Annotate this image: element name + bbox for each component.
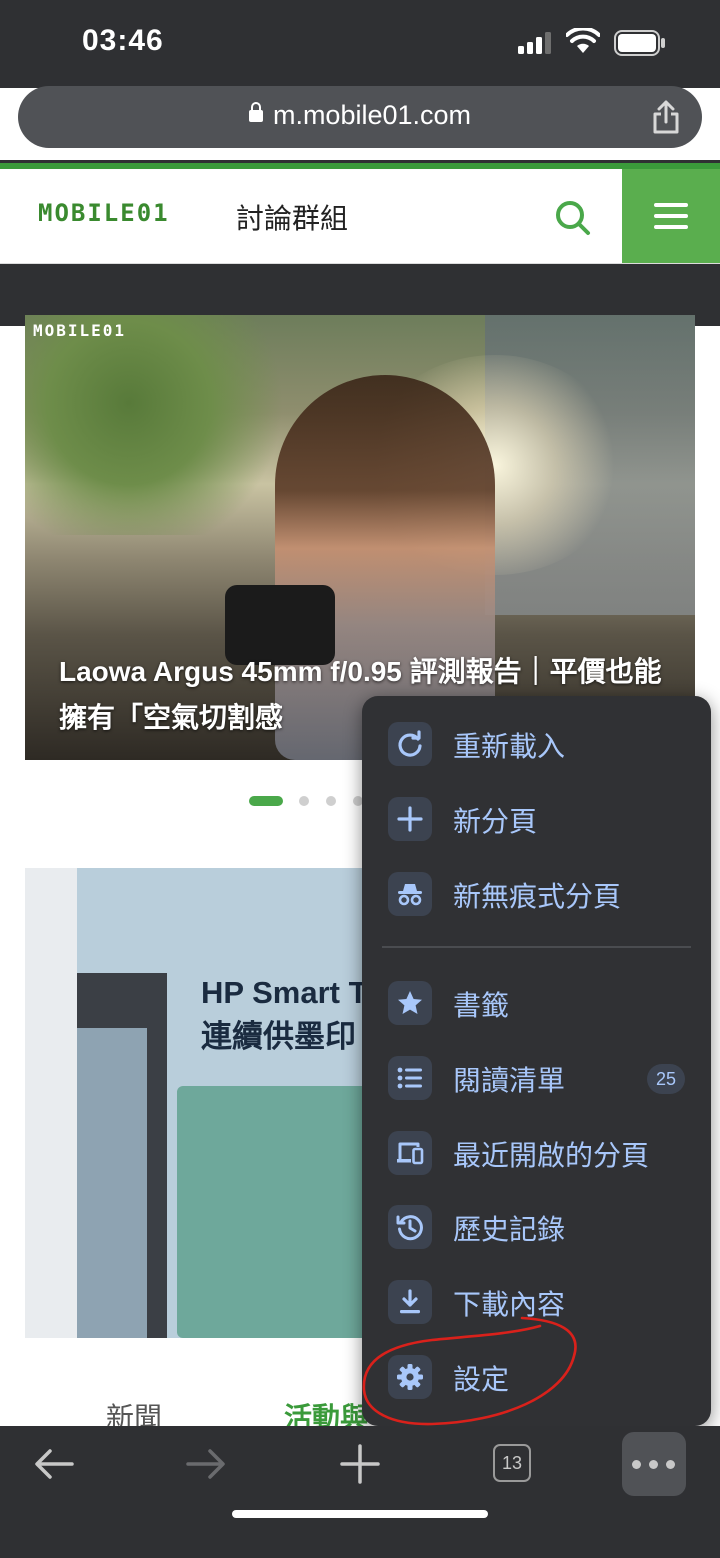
devices-icon: [397, 1142, 424, 1165]
menu-item-label: 新無痕式分頁: [453, 881, 622, 912]
menu-item-label: 閱讀清單: [453, 1065, 566, 1096]
back-arrow-icon[interactable]: [32, 1444, 76, 1484]
battery-icon: [614, 30, 665, 56]
carousel-dot[interactable]: [326, 796, 336, 806]
star-icon: [398, 991, 422, 1014]
menu-item-label: 書籤: [453, 990, 510, 1021]
menu-item-bookmarks[interactable]: 書籤: [362, 973, 711, 1033]
carousel-dot[interactable]: [299, 796, 309, 806]
new-tab-plus-icon[interactable]: [338, 1444, 382, 1484]
hamburger-menu-button[interactable]: [622, 169, 720, 263]
address-bar[interactable]: m.mobile01.com: [18, 86, 702, 148]
menu-item-reload[interactable]: 重新載入: [362, 714, 711, 774]
status-time: 03:46: [82, 24, 164, 57]
more-menu-button[interactable]: [622, 1432, 686, 1496]
menu-item-label: 重新載入: [453, 731, 566, 762]
lock-icon: [248, 102, 263, 122]
menu-item-label: 新分頁: [453, 806, 538, 837]
hero-watermark-logo: MOBILE01: [33, 321, 127, 340]
ellipsis-icon: [632, 1460, 641, 1469]
menu-item-label: 最近開啟的分頁: [453, 1140, 650, 1171]
red-circle-annotation: [362, 1316, 577, 1426]
history-icon: [396, 1215, 423, 1241]
menu-item-incognito-tab[interactable]: 新無痕式分頁: [362, 864, 711, 924]
list-icon: [397, 1067, 422, 1089]
browser-toolbar: 13: [0, 1426, 720, 1558]
menu-item-recent-tabs[interactable]: 最近開啟的分頁: [362, 1123, 711, 1183]
ad-subline: 連續供墨印: [201, 1019, 356, 1054]
section-title[interactable]: 討論群組: [236, 197, 348, 237]
menu-divider: [382, 946, 691, 948]
search-icon[interactable]: [552, 197, 592, 237]
home-indicator: [232, 1510, 488, 1518]
signal-icon: [518, 32, 551, 54]
menu-item-history[interactable]: 歷史記錄: [362, 1197, 711, 1257]
share-icon[interactable]: [652, 100, 680, 134]
status-bar: 03:46: [0, 0, 720, 88]
carousel-dot-active[interactable]: [249, 796, 283, 806]
menu-item-new-tab[interactable]: 新分頁: [362, 789, 711, 849]
site-logo[interactable]: MOBILE01: [38, 199, 170, 227]
forward-arrow-icon[interactable]: [184, 1444, 228, 1484]
incognito-icon: [398, 884, 422, 906]
ad-headline: HP Smart T: [201, 975, 368, 1010]
url-text: m.mobile01.com: [272, 100, 472, 130]
reload-icon: [398, 730, 422, 757]
hero-article[interactable]: MOBILE01 Laowa Argus 45mm f/0.95 評測報告｜平價…: [25, 315, 695, 760]
reading-list-count-badge: 25: [647, 1064, 685, 1094]
menu-item-label: 歷史記錄: [453, 1214, 566, 1245]
wifi-icon: [566, 28, 600, 53]
tab-switcher-button[interactable]: 13: [493, 1444, 531, 1482]
plus-icon: [397, 806, 423, 832]
menu-item-reading-list[interactable]: 閱讀清單 25: [362, 1048, 711, 1108]
hamburger-icon: [654, 203, 688, 207]
site-header: MOBILE01 討論群組: [0, 169, 720, 264]
